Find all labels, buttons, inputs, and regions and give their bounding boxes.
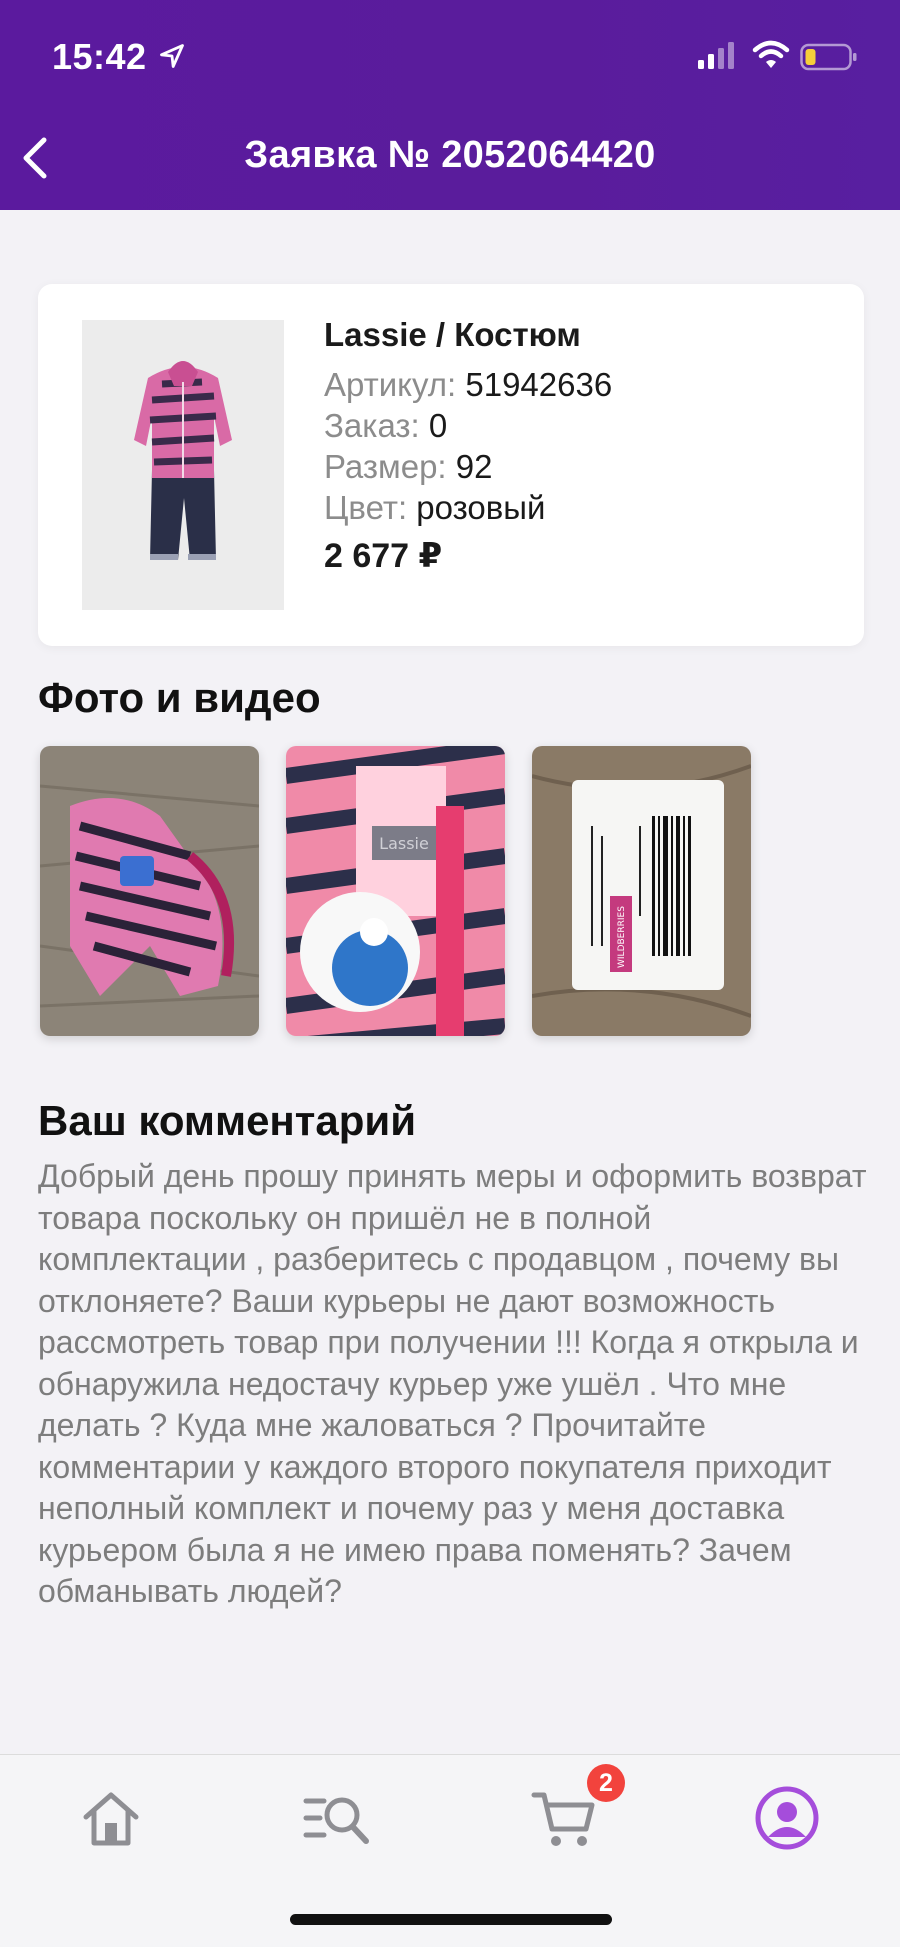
color-label: Цвет: <box>324 489 408 526</box>
battery-icon <box>800 43 857 71</box>
cart-count-badge: 2 <box>587 1764 625 1802</box>
color-row: Цвет: розовый <box>324 487 844 528</box>
color-value: розовый <box>416 489 546 526</box>
home-indicator[interactable] <box>290 1914 612 1925</box>
app-header: 15:42 Заявка № 2052064420 <box>0 0 900 210</box>
order-label: Заказ: <box>324 407 420 444</box>
media-section-title: Фото и видео <box>38 674 321 721</box>
cellular-signal-icon <box>698 42 734 69</box>
article-label: Артикул: <box>324 366 457 403</box>
wildberries-logo: WILDBERRIES <box>617 906 627 968</box>
size-value: 92 <box>455 448 493 485</box>
photo-thumbnail[interactable] <box>40 746 259 1036</box>
size-row: Размер: 92 <box>324 446 844 487</box>
photo-jacket-floor <box>40 746 259 1036</box>
status-time: 15:42 <box>52 36 147 77</box>
article-value: 51942636 <box>465 366 613 403</box>
wifi-icon <box>752 40 790 68</box>
page-title: Заявка № 2052064420 <box>244 134 656 176</box>
size-label: Размер: <box>324 448 447 485</box>
svg-text:Lassie: Lassie <box>379 834 429 853</box>
product-info: Lassie / Костюм Артикул: 51942636 Заказ:… <box>324 316 844 576</box>
profile-icon[interactable] <box>752 1783 822 1853</box>
home-icon[interactable] <box>76 1783 146 1853</box>
catalog-search-icon[interactable] <box>302 1783 372 1853</box>
photo-package-label: WILDBERRIES <box>532 746 751 1036</box>
photo-thumbnail[interactable]: WILDBERRIES <box>532 746 751 1036</box>
article-row: Артикул: 51942636 <box>324 364 844 405</box>
product-name: Lassie / Костюм <box>324 316 581 353</box>
photo-label-closeup: Lassie <box>286 746 505 1036</box>
photo-thumbnail[interactable]: Lassie <box>286 746 505 1036</box>
product-image[interactable] <box>82 320 284 610</box>
order-row: Заказ: 0 <box>324 405 844 446</box>
suit-illustration <box>82 320 284 610</box>
status-bar: 15:42 <box>0 0 900 110</box>
order-value: 0 <box>428 407 448 444</box>
location-arrow-icon <box>160 44 184 68</box>
comment-text: Добрый день прошу принять меры и оформит… <box>38 1158 867 1609</box>
product-price: 2 677 ₽ <box>324 537 443 575</box>
product-card[interactable]: Lassie / Костюм Артикул: 51942636 Заказ:… <box>38 284 864 646</box>
comment-section-title: Ваш комментарий <box>38 1097 417 1144</box>
